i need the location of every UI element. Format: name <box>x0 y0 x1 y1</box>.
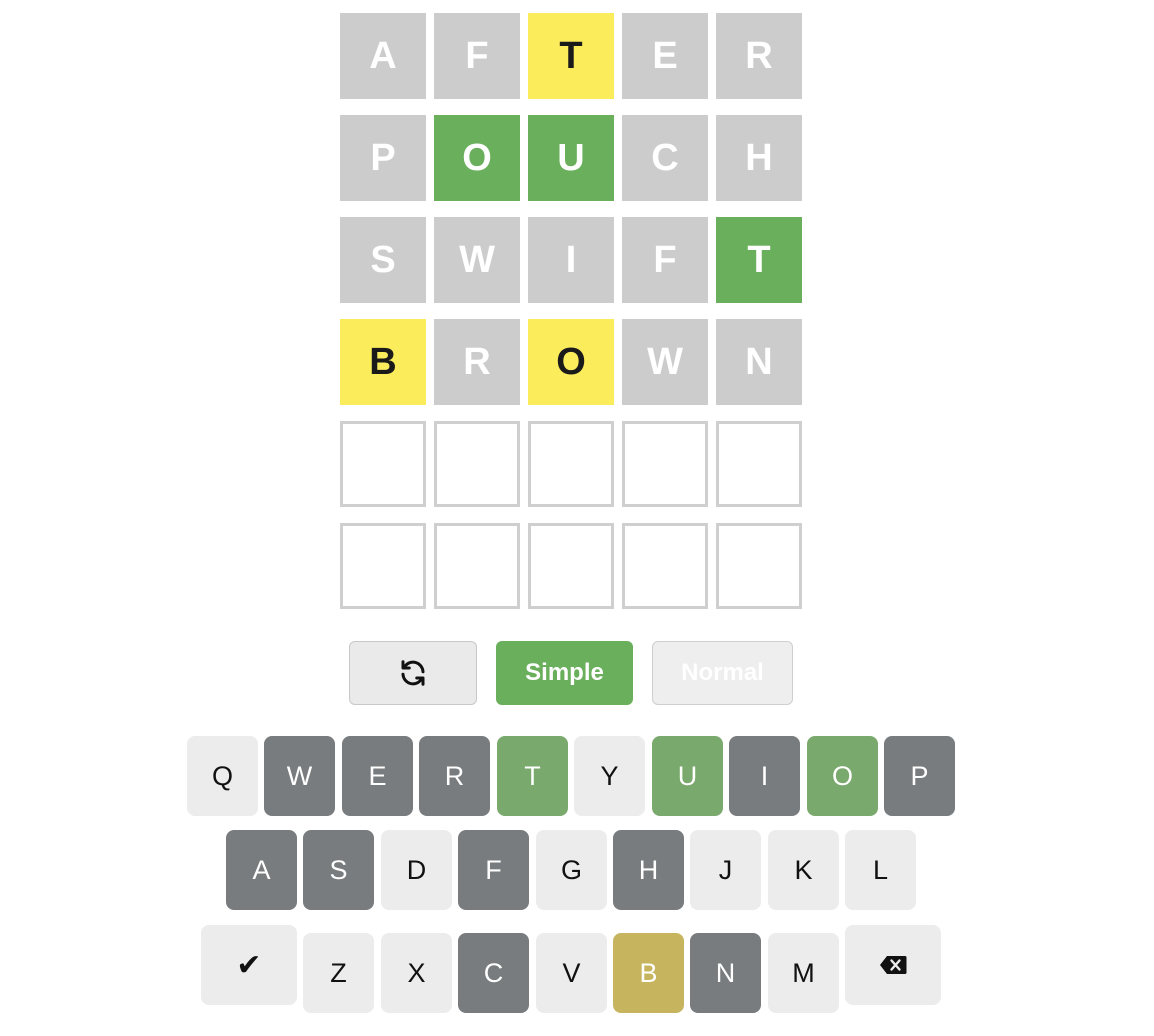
tile: O <box>434 115 520 201</box>
tile-empty <box>622 421 708 507</box>
tile: T <box>716 217 802 303</box>
key-g[interactable]: G <box>536 830 607 910</box>
tile-empty <box>716 421 802 507</box>
backspace-key[interactable] <box>845 925 941 1005</box>
key-u[interactable]: U <box>652 736 723 816</box>
key-s[interactable]: S <box>303 830 374 910</box>
board-row: P O U C H <box>340 115 802 201</box>
tile: B <box>340 319 426 405</box>
tile-empty <box>340 421 426 507</box>
tile: F <box>434 13 520 99</box>
key-y[interactable]: Y <box>574 736 645 816</box>
tile: H <box>716 115 802 201</box>
tile: E <box>622 13 708 99</box>
tile: W <box>622 319 708 405</box>
tile-empty <box>528 421 614 507</box>
tile-empty <box>716 523 802 609</box>
controls: Simple Normal <box>349 641 793 705</box>
normal-mode-button[interactable]: Normal <box>652 641 793 705</box>
key-a[interactable]: A <box>226 830 297 910</box>
simple-mode-button[interactable]: Simple <box>496 641 633 705</box>
board-row: B R O W N <box>340 319 802 405</box>
tile: F <box>622 217 708 303</box>
key-d[interactable]: D <box>381 830 452 910</box>
key-p[interactable]: P <box>884 736 955 816</box>
tile-empty <box>528 523 614 609</box>
board-row: S W I F T <box>340 217 802 303</box>
key-v[interactable]: V <box>536 933 607 1013</box>
tile: N <box>716 319 802 405</box>
tile: I <box>528 217 614 303</box>
backspace-icon <box>880 956 907 974</box>
tile: O <box>528 319 614 405</box>
tile: R <box>716 13 802 99</box>
key-l[interactable]: L <box>845 830 916 910</box>
tile: W <box>434 217 520 303</box>
tile-empty <box>340 523 426 609</box>
refresh-icon <box>401 660 425 686</box>
game-board: A F T E R P O U C H S W I F T B R O W N <box>340 13 802 625</box>
key-n[interactable]: N <box>690 933 761 1013</box>
key-m[interactable]: M <box>768 933 839 1013</box>
key-q[interactable]: Q <box>187 736 258 816</box>
tile-empty <box>434 523 520 609</box>
key-z[interactable]: Z <box>303 933 374 1013</box>
key-c[interactable]: C <box>458 933 529 1013</box>
board-row <box>340 523 802 609</box>
key-o[interactable]: O <box>807 736 878 816</box>
tile: P <box>340 115 426 201</box>
key-h[interactable]: H <box>613 830 684 910</box>
board-row <box>340 421 802 507</box>
tile: A <box>340 13 426 99</box>
key-x[interactable]: X <box>381 933 452 1013</box>
key-w[interactable]: W <box>264 736 335 816</box>
reset-button[interactable] <box>349 641 477 705</box>
key-k[interactable]: K <box>768 830 839 910</box>
tile: R <box>434 319 520 405</box>
tile-empty <box>434 421 520 507</box>
enter-key[interactable]: ✔ <box>201 925 297 1005</box>
checkmark-icon: ✔ <box>236 947 262 983</box>
key-j[interactable]: J <box>690 830 761 910</box>
key-r[interactable]: R <box>419 736 490 816</box>
key-t[interactable]: T <box>497 736 568 816</box>
tile: S <box>340 217 426 303</box>
tile: C <box>622 115 708 201</box>
tile: U <box>528 115 614 201</box>
key-e[interactable]: E <box>342 736 413 816</box>
tile: T <box>528 13 614 99</box>
key-b[interactable]: B <box>613 933 684 1013</box>
board-row: A F T E R <box>340 13 802 99</box>
key-f[interactable]: F <box>458 830 529 910</box>
tile-empty <box>622 523 708 609</box>
key-i[interactable]: I <box>729 736 800 816</box>
